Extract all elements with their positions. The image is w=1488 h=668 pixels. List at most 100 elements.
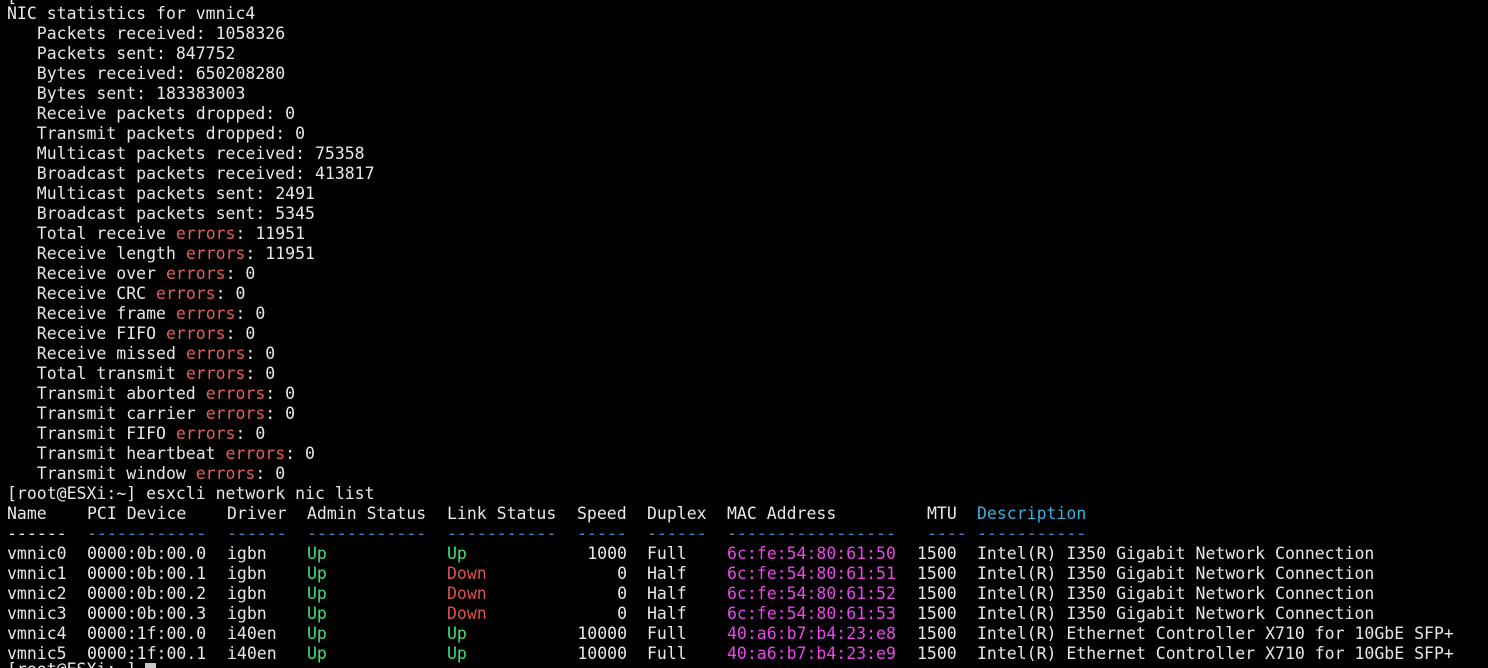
stat-errors-keyword: errors: [165, 324, 226, 343]
stat-line: Receive length errors: 11951: [7, 244, 315, 264]
cell-driver: igbn: [227, 544, 267, 563]
stat-value: : 11951: [235, 224, 306, 243]
header-admin-status: Admin Status: [307, 504, 427, 523]
command-prompt-line: [root@ESXi:~] esxcli network nic list: [7, 484, 375, 503]
cell-mtu: 1500: [917, 564, 957, 583]
divider-mac-address: -----------------: [727, 524, 896, 543]
stat-line: Multicast packets sent: 2491: [7, 184, 315, 204]
cell-duplex: Half: [647, 564, 687, 583]
divider-driver: ------: [227, 524, 287, 543]
stat-line: Receive FIFO errors: 0: [7, 324, 256, 344]
cell-speed: 10000: [577, 624, 627, 643]
stat-value: : 0: [265, 384, 296, 403]
stat-label: Receive CRC: [7, 284, 157, 303]
stat-value: : 0: [245, 364, 276, 383]
cell-name: vmnic2: [7, 584, 67, 603]
cell-description: Intel(R) I350 Gigabit Network Connection: [977, 544, 1375, 563]
stat-errors-keyword: errors: [156, 284, 216, 303]
terminal-window[interactable]: [ NIC statistics for vmnic4 Packets rece…: [0, 0, 1488, 668]
cell-duplex: Half: [647, 584, 687, 603]
header-speed: Speed: [577, 504, 627, 523]
header-link-status: Link Status: [447, 504, 557, 523]
stat-errors-keyword: errors: [175, 424, 236, 443]
cell-mtu: 1500: [917, 644, 957, 663]
stat-line: Broadcast packets received: 413817: [7, 164, 375, 184]
stat-label: Receive length: [7, 244, 186, 263]
cell-speed: 0: [617, 604, 627, 623]
cell-driver: igbn: [227, 604, 267, 623]
header-mac-address: MAC Address: [727, 504, 837, 523]
divider-duplex: ------: [647, 524, 707, 543]
cell-mac-address: 40:a6:b7:b4:23:e9: [727, 644, 896, 663]
stat-label: Multicast packets received: 75358: [7, 144, 365, 163]
stat-line: Packets received: 1058326: [7, 24, 285, 44]
stat-line: Receive CRC errors: 0: [7, 284, 246, 304]
stat-line: Receive frame errors: 0: [7, 304, 266, 324]
cell-name: vmnic1: [7, 564, 67, 583]
cell-duplex: Full: [647, 644, 687, 663]
stat-line: Transmit window errors: 0: [7, 464, 285, 484]
stat-value: : 0: [285, 444, 315, 463]
stat-errors-keyword: errors: [205, 384, 266, 403]
cell-link-status: Up: [447, 624, 467, 643]
stat-errors-keyword: errors: [185, 244, 246, 263]
cell-description: Intel(R) Ethernet Controller X710 for 10…: [977, 644, 1454, 663]
table-row: vmnic1 0000:0b:00.1 igbn Up Down 0 Half 6c:fe:5…: [7, 564, 1487, 584]
stat-value: : 0: [255, 464, 286, 483]
stat-label: Multicast packets sent: 2491: [7, 184, 315, 203]
stat-label: Transmit packets dropped: 0: [7, 124, 306, 143]
cell-duplex: Half: [647, 604, 687, 623]
stat-label: Packets sent: 847752: [7, 44, 236, 63]
stat-line: Packets sent: 847752: [7, 44, 236, 64]
cell-description: Intel(R) Ethernet Controller X710 for 10…: [977, 624, 1454, 643]
stat-line: Bytes sent: 183383003: [7, 84, 246, 104]
stat-value: : 0: [265, 404, 296, 423]
stat-value: : 11951: [245, 244, 315, 263]
stat-line: Transmit aborted errors: 0: [7, 384, 295, 404]
divider-description: -----------: [977, 524, 1087, 543]
cell-pci-device: 0000:0b:00.1: [87, 564, 207, 583]
stat-label: Receive frame: [7, 304, 176, 323]
cell-speed: 0: [617, 564, 627, 583]
stat-errors-keyword: errors: [225, 444, 286, 463]
cell-speed: 10000: [577, 644, 627, 663]
stat-errors-keyword: errors: [185, 344, 246, 363]
table-header-row: Name PCI Device Driver Admin Status Link…: [7, 504, 1487, 524]
stat-errors-keyword: errors: [185, 364, 246, 383]
cell-driver: igbn: [227, 584, 267, 603]
stats-title: NIC statistics for vmnic4: [7, 4, 256, 23]
cell-duplex: Full: [647, 624, 687, 643]
table-row: vmnic2 0000:0b:00.2 igbn Up Down 0 Half 6c:fe:5…: [7, 584, 1487, 604]
cell-mtu: 1500: [917, 584, 957, 603]
table-divider-row: ------ ------------ ------ ------------ …: [7, 524, 1487, 544]
stat-label: Receive over: [7, 264, 166, 283]
stat-value: : 0: [235, 304, 266, 323]
stat-label: Transmit carrier: [7, 404, 206, 423]
cell-pci-device: 0000:0b:00.3: [87, 604, 207, 623]
header-pci-device: PCI Device: [87, 504, 187, 523]
stat-errors-keyword: errors: [175, 224, 236, 243]
stat-line: Transmit carrier errors: 0: [7, 404, 295, 424]
cell-admin-status: Up: [307, 584, 327, 603]
stat-line: Broadcast packets sent: 5345: [7, 204, 315, 224]
cell-speed: 1000: [587, 544, 627, 563]
stat-label: Receive packets dropped: 0: [7, 104, 296, 123]
cell-mac-address: 6c:fe:54:80:61:53: [727, 604, 896, 623]
stat-label: Receive missed: [7, 344, 186, 363]
stat-errors-keyword: errors: [205, 404, 266, 423]
cell-mtu: 1500: [917, 624, 957, 643]
divider-speed: -----: [577, 524, 627, 543]
cell-driver: i40en: [227, 624, 277, 643]
stat-label: Packets received: 1058326: [7, 24, 286, 43]
stat-value: : 0: [215, 284, 246, 303]
cell-pci-device: 0000:1f:00.0: [87, 624, 207, 643]
header-name: Name: [7, 504, 47, 523]
stat-errors-keyword: errors: [165, 264, 226, 283]
table-row: vmnic3 0000:0b:00.3 igbn Up Down 0 Half 6c:fe:5…: [7, 604, 1487, 624]
stat-errors-keyword: errors: [175, 304, 236, 323]
cell-description: Intel(R) I350 Gigabit Network Connection: [977, 604, 1375, 623]
stat-value: : 0: [235, 424, 266, 443]
cell-driver: igbn: [227, 564, 267, 583]
divider-admin-status: ------------: [307, 524, 427, 543]
cell-description: Intel(R) I350 Gigabit Network Connection: [977, 564, 1375, 583]
